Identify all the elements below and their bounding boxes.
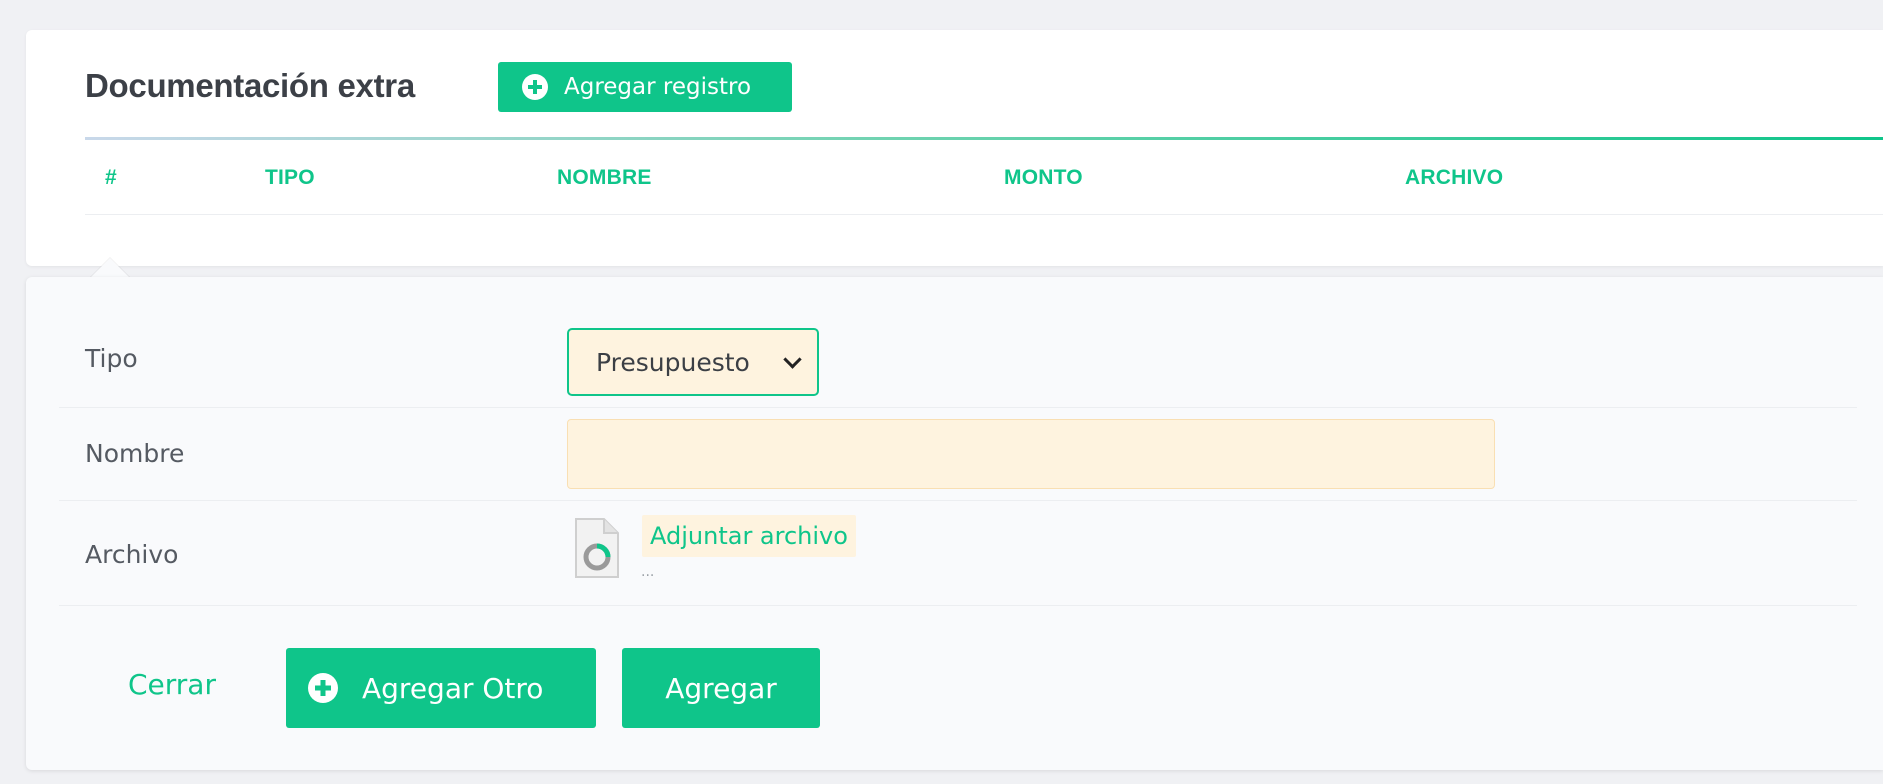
form-row-tipo: Tipo [59,316,1857,408]
tipo-label: Tipo [85,344,138,373]
column-header-number: # [105,166,117,189]
chevron-down-icon [783,350,802,369]
close-button[interactable]: Cerrar [128,668,216,701]
archivo-label: Archivo [85,540,179,569]
form-row-archivo: Archivo [59,501,1857,606]
table-header: # TIPO NOMBRE MONTO ARCHIVO [85,140,1883,215]
attach-file-link[interactable]: Adjuntar archivo [642,515,856,557]
nombre-label: Nombre [85,439,185,468]
section-title: Documentación extra [85,67,415,104]
column-header-monto: MONTO [1004,166,1083,189]
documents-table-card: Documentación extra Agregar registro # T… [26,30,1883,266]
tipo-select-value: Presupuesto [596,347,750,377]
add-button[interactable]: Agregar [622,648,820,728]
add-record-button[interactable]: Agregar registro [498,62,792,112]
add-other-label: Agregar Otro [362,671,544,705]
popover-caret [90,258,130,278]
nombre-input[interactable] [567,419,1495,489]
column-header-archivo: ARCHIVO [1405,166,1504,189]
file-document-icon [575,518,619,578]
add-label: Agregar [665,671,777,705]
plus-circle-icon [308,673,338,703]
attach-file-status: ... [641,564,655,580]
add-other-button[interactable]: Agregar Otro [286,648,596,728]
tipo-select[interactable]: Presupuesto [567,328,819,396]
plus-circle-icon [522,74,548,100]
add-record-label: Agregar registro [564,74,752,100]
column-header-tipo: TIPO [265,166,315,189]
column-header-nombre: NOMBRE [557,166,652,189]
